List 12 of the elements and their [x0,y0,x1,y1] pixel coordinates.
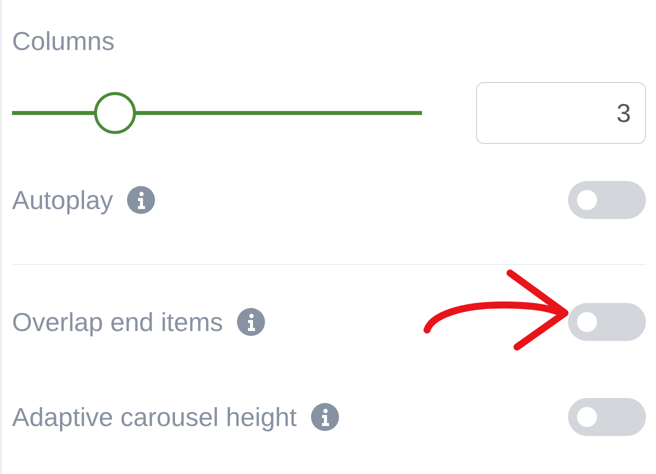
slider-thumb[interactable] [94,92,136,134]
toggle-label: Overlap end items [12,306,223,338]
toggle-label: Autoplay [12,184,114,216]
columns-input[interactable]: 3 [476,82,646,144]
info-icon[interactable] [310,403,339,431]
columns-label: Columns [12,25,116,58]
toggle-label: Adaptive carousel height [12,402,297,432]
toggle-switch[interactable] [568,303,646,341]
toggle-switch[interactable] [568,181,646,219]
info-icon[interactable] [127,186,156,214]
info-icon[interactable] [236,308,265,336]
toggle-switch[interactable] [568,398,646,436]
